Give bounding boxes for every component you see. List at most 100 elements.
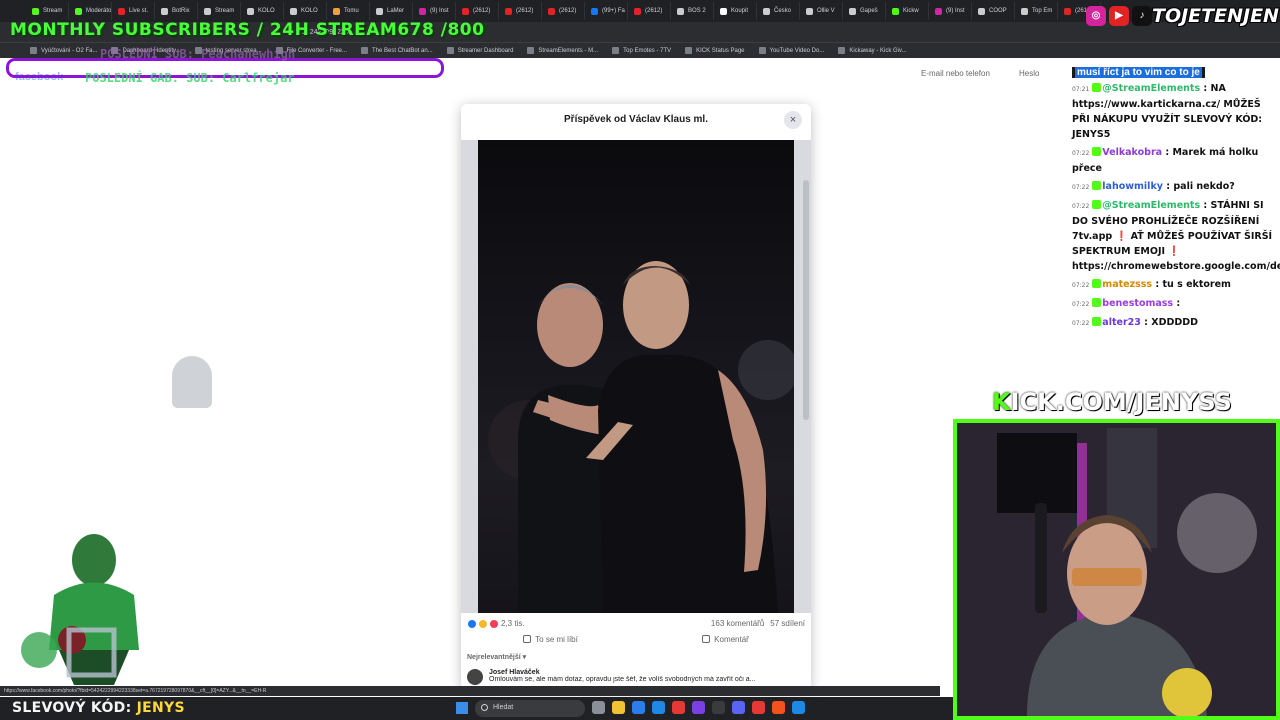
bookmark-icon: [30, 47, 37, 54]
bookmark-item[interactable]: Streamer Dashboard: [446, 47, 513, 54]
shares-count[interactable]: 57 sdílení: [770, 619, 805, 628]
windows-start-icon[interactable]: [456, 702, 468, 714]
browser-tab[interactable]: (2612): [628, 2, 671, 20]
kick-badge-icon: [1092, 181, 1102, 190]
comments-count[interactable]: 163 komentářů: [711, 619, 764, 628]
browser-tab[interactable]: BotRix: [155, 2, 198, 20]
chrome-icon[interactable]: [672, 701, 685, 714]
browser-tab[interactable]: Stream: [26, 2, 69, 20]
youtube-icon: ▶: [1109, 6, 1129, 26]
email-field[interactable]: E-mail nebo telefon: [914, 64, 1006, 84]
tab-favicon-icon: [634, 7, 641, 15]
browser-tab[interactable]: Stream: [198, 2, 241, 20]
chat-username[interactable]: benestomass: [1102, 298, 1173, 309]
tab-label: Stream: [215, 8, 235, 14]
twitch-icon[interactable]: [692, 701, 705, 714]
chrome-alt-icon[interactable]: [772, 701, 785, 714]
browser-tab[interactable]: (2612): [542, 2, 585, 20]
bookmark-icon: [361, 47, 369, 54]
bookmark-item[interactable]: KICK Status Page: [685, 47, 745, 54]
instagram-icon: ◎: [1086, 6, 1106, 26]
browser-tab[interactable]: (99+) Fa: [585, 2, 628, 20]
webcam-illustration: [957, 423, 1276, 716]
chat-text: : XDDDDD: [1140, 317, 1199, 328]
webcam-feed: [953, 419, 1280, 720]
notes-icon[interactable]: [792, 701, 805, 714]
discord-icon[interactable]: [732, 701, 745, 714]
password-field[interactable]: Heslo: [1012, 64, 1070, 84]
browser-tab[interactable]: KOLO: [284, 2, 327, 20]
tab-label: BOS 2: [688, 8, 706, 14]
comment-label: Komentář: [714, 634, 749, 644]
close-icon[interactable]: ×: [784, 111, 802, 129]
chat-username[interactable]: alter23: [1102, 317, 1141, 328]
browser-tab[interactable]: BOS 2: [671, 2, 714, 20]
bookmark-icon: [527, 47, 535, 54]
browser-tab[interactable]: KOLO: [241, 2, 284, 20]
comment-button[interactable]: Komentář: [702, 632, 749, 646]
browser-tab[interactable]: Tomu: [327, 2, 370, 20]
chat-username[interactable]: @StreamElements: [1102, 83, 1200, 94]
task-view-icon[interactable]: [592, 701, 605, 714]
browser-tab[interactable]: Česko: [757, 2, 800, 20]
monthly-subscribers-overlay: MONTHLY SUBSCRIBERS / 24H STREAM678 /800: [10, 20, 485, 40]
bookmark-item[interactable]: Top Emotes - 7TV: [612, 47, 671, 54]
bookmark-item[interactable]: YouTube Video Do...: [758, 47, 825, 54]
comment-text: Omlouvám se, ale mám dotaz, opravdu jste…: [489, 676, 756, 683]
reactions-summary[interactable]: 2,3 tis.: [468, 619, 525, 628]
taskbar-search-input[interactable]: Hledat: [475, 700, 585, 717]
browser-tab[interactable]: Moderátor: [69, 2, 112, 20]
browser-tab[interactable]: (2612): [456, 2, 499, 20]
comment-sort-dropdown[interactable]: Nejrelevantnější ▾: [467, 653, 526, 661]
photo-scrollbar[interactable]: [803, 180, 809, 420]
bookmark-item[interactable]: Kickaway - Kick Giv...: [838, 47, 907, 54]
channel-handle: TOJETENJENYS: [1152, 5, 1280, 27]
photo-area: [461, 140, 811, 613]
app-icon[interactable]: [712, 701, 725, 714]
browser-tab[interactable]: Ollie V: [800, 2, 843, 20]
browser-tab[interactable]: Gapeš: [843, 2, 886, 20]
file-explorer-icon[interactable]: [612, 701, 625, 714]
browser-tab[interactable]: Top Em: [1015, 2, 1058, 20]
kick-badge-icon: [1092, 200, 1102, 209]
chat-username[interactable]: Velkakobra: [1102, 147, 1162, 158]
chat-username[interactable]: @StreamElements: [1102, 200, 1200, 211]
engagement-counts: 163 komentářů 57 sdílení: [711, 619, 805, 628]
chat-username[interactable]: matezsss: [1102, 279, 1152, 290]
sort-label: Nejrelevantnější: [467, 654, 521, 661]
like-label: To se mi líbí: [535, 634, 578, 644]
browser-tab[interactable]: LaMer: [370, 2, 413, 20]
tab-favicon-icon: [333, 7, 340, 15]
bookmark-item[interactable]: StreamElements - M...: [527, 47, 598, 54]
bookmark-item[interactable]: The Best ChatBot an...: [361, 47, 433, 54]
browser-tab[interactable]: COOP: [972, 2, 1015, 20]
edge-icon[interactable]: [632, 701, 645, 714]
tab-label: Česko: [774, 8, 792, 14]
browser-tab[interactable]: (9) Inst: [413, 2, 456, 20]
chat-username[interactable]: lahowmilky: [1102, 181, 1163, 192]
tab-label: (2612): [645, 8, 663, 14]
post-actions: To se mi líbí Komentář: [461, 632, 811, 646]
browser-tab[interactable]: (2612): [499, 2, 542, 20]
bookmark-label: YouTube Video Do...: [769, 47, 825, 54]
tab-label: (2612): [559, 8, 577, 14]
browser-tab[interactable]: Koupit: [714, 2, 757, 20]
bookmark-icon: [838, 47, 846, 54]
avatar[interactable]: [467, 669, 483, 685]
promo-code: JENYS: [136, 700, 185, 716]
tab-label: (99+) Fa: [602, 8, 625, 14]
store-icon[interactable]: [652, 701, 665, 714]
chat-timestamp: 07:22: [1072, 203, 1090, 210]
browser-tab[interactable]: (9) Inst: [929, 2, 972, 20]
tab-favicon-icon: [849, 7, 856, 15]
post-photo[interactable]: [478, 140, 794, 613]
comment-author[interactable]: Josef Hlaváček: [489, 669, 789, 676]
like-button[interactable]: To se mi líbí: [523, 632, 578, 646]
browser-tab[interactable]: Kickw: [886, 2, 929, 20]
chat-timestamp: 07:22: [1072, 282, 1090, 289]
browser-tab[interactable]: Live st.: [112, 2, 155, 20]
kick-k: K: [992, 388, 1011, 416]
obs-icon[interactable]: [752, 701, 765, 714]
chat-message: 07:21 @StreamElements : NA https://www.ka…: [1072, 81, 1276, 142]
bookmark-item[interactable]: Vyúčtování - O2 Fa...: [30, 47, 97, 54]
